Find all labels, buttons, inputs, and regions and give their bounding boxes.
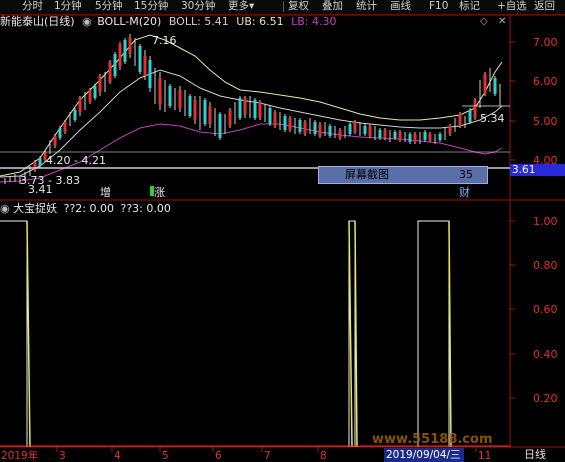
date-label-5: 5: [162, 450, 169, 462]
lower-panel-title: ◉ 大宝捉妖 ??2: 0.00 ??3: 0.00: [0, 202, 171, 216]
cursor-date-tag: 2019/09/04/三: [384, 448, 464, 462]
marker-zeng[interactable]: 增: [100, 185, 111, 199]
signal-series: [0, 220, 450, 447]
date-label-4: 4: [114, 450, 121, 462]
price-tick-7: 7.00: [533, 36, 558, 49]
signal-tick-080: 0.80: [533, 259, 558, 272]
price-tick-6: 6.00: [533, 75, 558, 88]
date-label-2019: 2019年: [1, 449, 38, 462]
lb-value: LB: 4.30: [291, 15, 337, 28]
diamond-icon[interactable]: ◇: [480, 16, 488, 27]
date-label-7: 7: [264, 450, 271, 462]
cursor-price-tag: 3.61: [510, 164, 565, 176]
boll-value: BOLL: 5.41: [168, 15, 229, 28]
date-label-8: 8: [320, 450, 327, 462]
screenshot-tooltip-value: 35: [459, 168, 473, 181]
period-label[interactable]: 日线: [524, 448, 546, 462]
signal-axis: 1.00 0.80 0.60 0.40 0.20: [510, 215, 558, 405]
signal-tick-100: 1.00: [533, 215, 558, 228]
upper-panel-title: 新能泰山(日线) ◉ BOLL-M(20) BOLL: 5.41 UB: 6.5…: [0, 15, 336, 29]
screenshot-tooltip: 屏幕截图 35: [318, 166, 488, 184]
signal-series-yellow: [26, 220, 452, 448]
date-label-3: 3: [59, 450, 66, 462]
watermark-logo: www.55188.com: [372, 432, 493, 447]
price-tick-5: 5.00: [533, 115, 558, 128]
signal-tick-060: 0.60: [533, 303, 558, 316]
date-label-11: 11: [478, 450, 491, 462]
low-annotation: 3.41: [28, 183, 53, 196]
marker-cai[interactable]: 财: [459, 185, 470, 199]
ub-value: UB: 6.51: [236, 15, 284, 28]
screenshot-tooltip-label: 屏幕截图: [345, 168, 389, 181]
signal-tick-040: 0.40: [533, 348, 558, 361]
lower-indicator-menu-icon[interactable]: ◉: [0, 202, 10, 215]
lower-indicator-name[interactable]: 大宝捉妖: [13, 202, 57, 215]
right-annotation: 5.34: [480, 112, 505, 125]
high-annotation: 7.16: [152, 34, 177, 47]
stock-name: 新能泰山(日线): [0, 15, 75, 28]
marker-zhang[interactable]: 涨: [154, 186, 165, 199]
lower-value-1: ??2: 0.00: [63, 202, 114, 215]
kline-chart[interactable]: 7.00 6.00 5.00 4.00 1.00 0.80 0.60 0.40 …: [0, 0, 565, 462]
date-label-6: 6: [215, 450, 222, 462]
boll-indicator-name[interactable]: BOLL-M(20): [97, 15, 161, 28]
close-icon[interactable]: ✕: [498, 16, 506, 27]
indicator-menu-icon[interactable]: ◉: [82, 15, 92, 28]
price-axis: 7.00 6.00 5.00 4.00: [510, 36, 558, 167]
mid-annotation: 4.20 - 4.21: [46, 154, 106, 167]
lower-value-2: ??3: 0.00: [120, 202, 171, 215]
signal-tick-020: 0.20: [533, 392, 558, 405]
